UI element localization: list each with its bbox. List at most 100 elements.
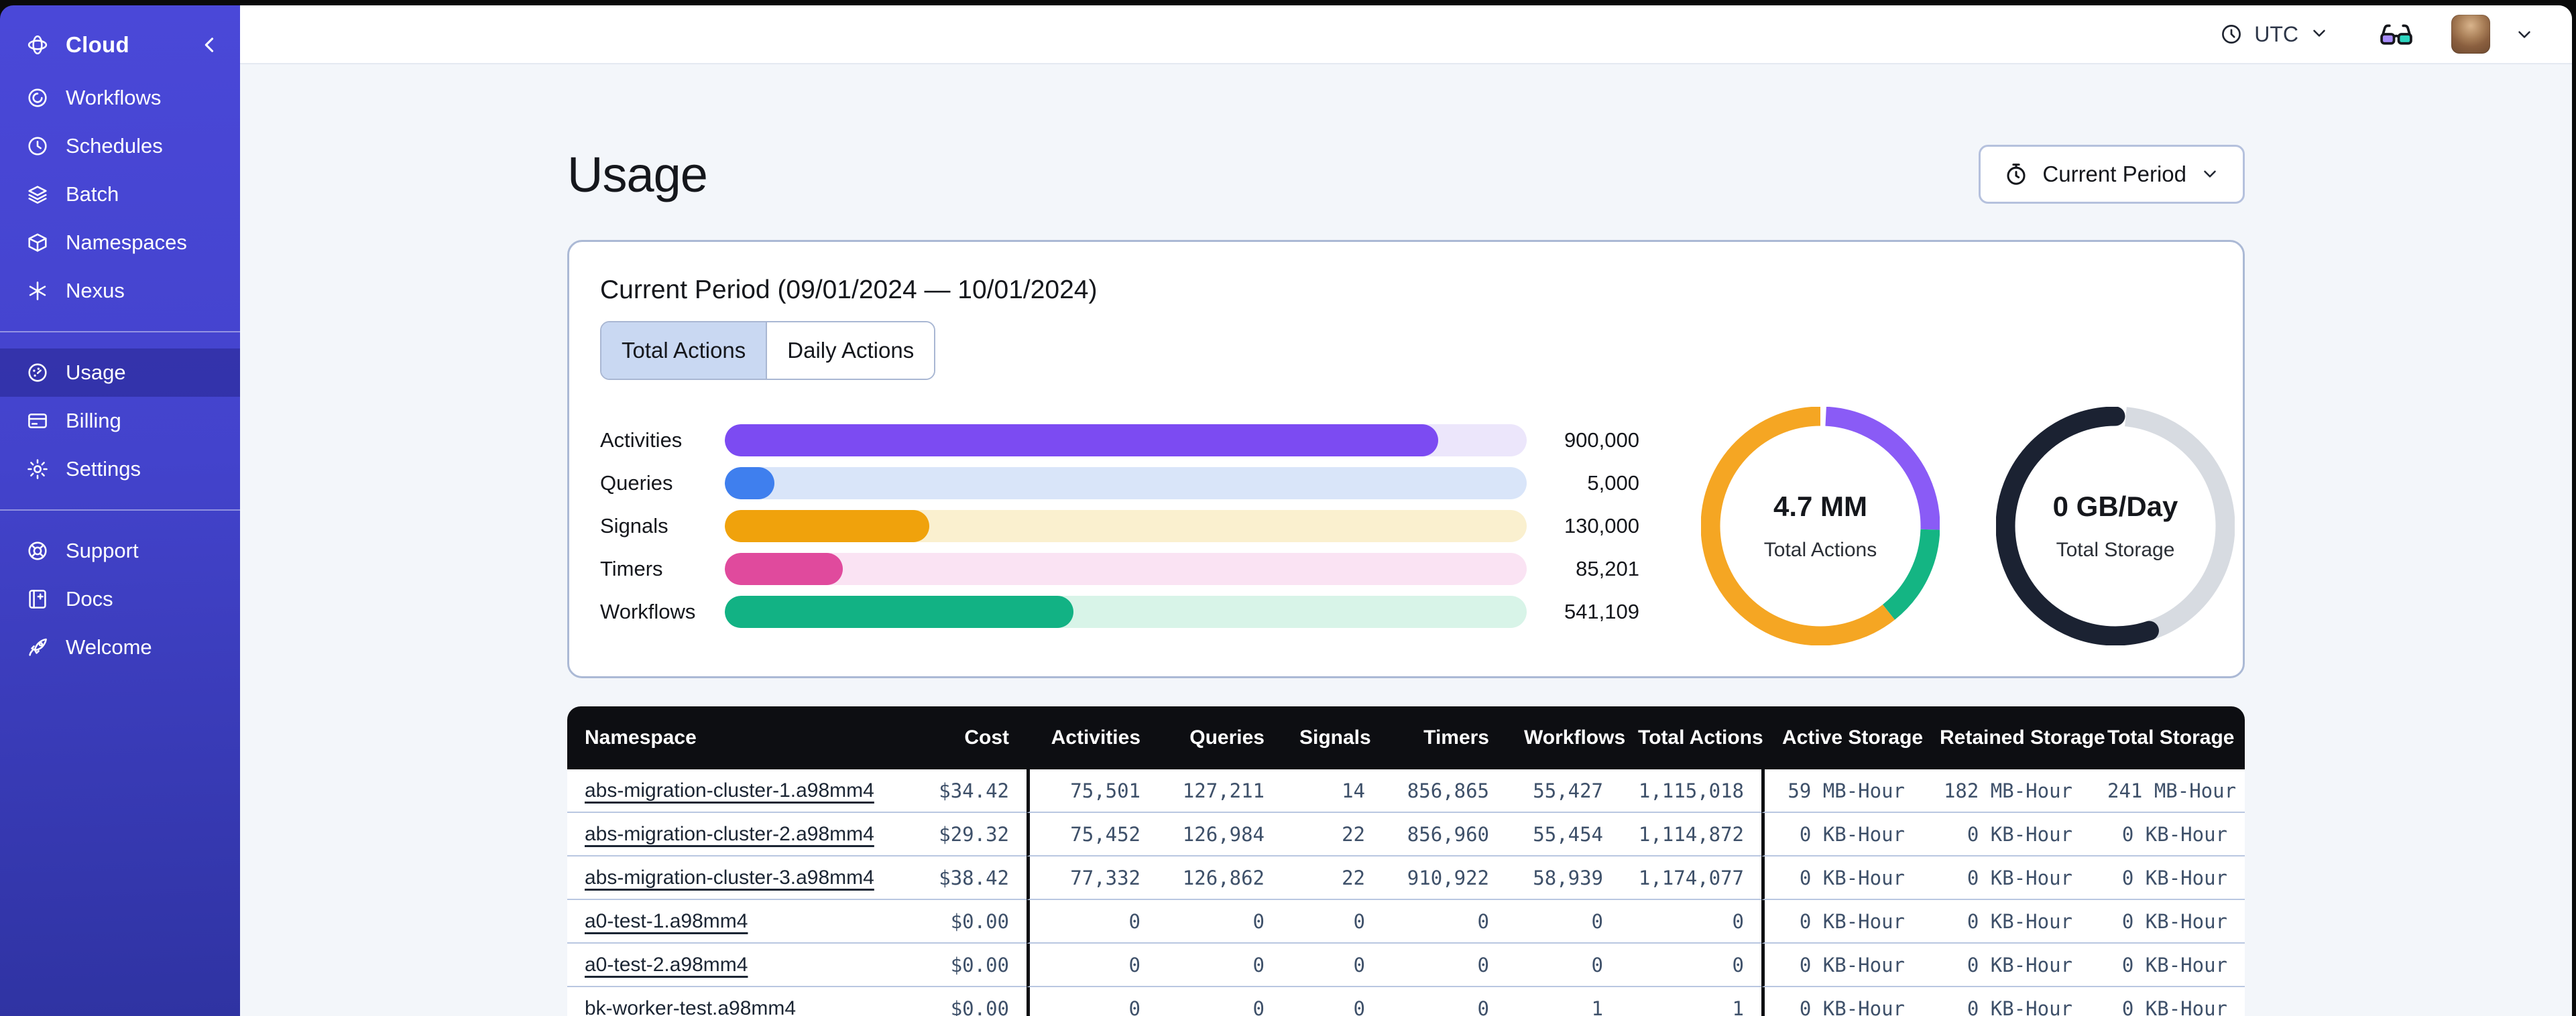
content-scroll-area[interactable]: Usage Current Period Current Period (09/…	[240, 64, 2572, 1016]
brand-label: Cloud	[66, 32, 129, 57]
namespace-cell: abs-migration-cluster-1.a98mm4	[567, 769, 874, 813]
value-cell: 0 KB-Hour	[1922, 856, 2090, 900]
namespace-link[interactable]: bk-worker-test.a98mm4	[585, 997, 796, 1016]
value-cell: 0 KB-Hour	[1761, 856, 1922, 900]
sidebar-item-label: Docs	[66, 587, 113, 611]
value-cell: 1,114,872	[1621, 813, 1761, 856]
table-row: abs-migration-cluster-3.a98mm4 $38.42 77,3…	[567, 856, 2245, 900]
sidebar-item-label: Nexus	[66, 279, 125, 302]
bar-track	[725, 553, 1527, 585]
value-cell: 1	[1507, 987, 1621, 1016]
value-cell: 0	[1282, 900, 1383, 944]
value-cell: 0	[1158, 944, 1282, 987]
value-cell: 0 KB-Hour	[1761, 987, 1922, 1016]
bar-row-activities: Activities 900,000	[600, 424, 1639, 456]
period-selector-button[interactable]: Current Period	[1979, 145, 2245, 204]
bar-label: Activities	[600, 428, 683, 452]
sidebar-divider	[0, 509, 240, 511]
docs-icon	[25, 587, 50, 611]
column-header-total-actions: Total Actions	[1621, 706, 1763, 769]
namespace-link[interactable]: abs-migration-cluster-3.a98mm4	[585, 867, 874, 889]
sidebar-item-label: Billing	[66, 409, 121, 432]
value-cell: 0	[1621, 944, 1761, 987]
batch-icon	[25, 182, 50, 206]
total-actions-donut: 4.7 MM Total Actions	[1701, 407, 1940, 645]
actions-bar-chart: Activities 900,000 Queries 5,000 Signals 130,…	[600, 424, 1639, 628]
sidebar-item-namespaces[interactable]: Namespaces	[0, 218, 240, 267]
usage-charts: Activities 900,000 Queries 5,000 Signals 130,…	[600, 407, 2235, 645]
column-header-signals: Signals	[1282, 706, 1383, 769]
namespace-link[interactable]: a0-test-2.a98mm4	[585, 954, 748, 976]
sidebar-item-batch[interactable]: Batch	[0, 170, 240, 218]
chevron-down-icon	[2309, 23, 2329, 46]
page-title: Usage	[567, 146, 708, 202]
table-row: abs-migration-cluster-2.a98mm4 $29.32 75,4…	[567, 813, 2245, 856]
namespace-cell: abs-migration-cluster-2.a98mm4	[567, 813, 874, 856]
namespace-link[interactable]: a0-test-1.a98mm4	[585, 910, 748, 932]
value-cell: 127,211	[1158, 769, 1282, 813]
sidebar-item-usage[interactable]: Usage	[0, 348, 240, 397]
bar-row-workflows: Workflows 541,109	[600, 596, 1639, 628]
period-selector-label: Current Period	[2042, 162, 2186, 186]
bar-track	[725, 424, 1527, 456]
value-cell: 0 KB-Hour	[1922, 900, 2090, 944]
value-cell: 0 KB-Hour	[2090, 813, 2245, 856]
tab-daily-actions[interactable]: Daily Actions	[767, 322, 935, 379]
sidebar-item-support[interactable]: Support	[0, 527, 240, 575]
sidebar-item-workflows[interactable]: Workflows	[0, 74, 240, 122]
total-actions-label: Total Actions	[1763, 539, 1877, 561]
value-cell: 58,939	[1507, 856, 1621, 900]
value-cell: $38.42	[869, 856, 1027, 900]
sidebar-item-billing[interactable]: Billing	[0, 397, 240, 445]
value-cell: 59 MB-Hour	[1761, 769, 1922, 813]
value-cell: 241 MB-Hour	[2090, 769, 2245, 813]
namespace-link[interactable]: abs-migration-cluster-2.a98mm4	[585, 823, 874, 845]
value-cell: 0 KB-Hour	[1922, 987, 2090, 1016]
bar-value: 541,109	[1564, 600, 1639, 623]
nexus-icon	[25, 279, 50, 303]
value-cell: 0	[1507, 944, 1621, 987]
bar-track	[725, 510, 1527, 542]
sidebar-item-schedules[interactable]: Schedules	[0, 122, 240, 170]
value-cell: 0 KB-Hour	[1922, 944, 2090, 987]
value-cell: 0	[1507, 900, 1621, 944]
table-row: a0-test-1.a98mm4 $0.00 0 0 0 0 0 0 0 KB-Hour 0 KB…	[567, 900, 2245, 944]
value-cell: 75,501	[1027, 769, 1158, 813]
tab-total-actions[interactable]: Total Actions	[601, 322, 768, 379]
value-cell: 0	[1383, 900, 1507, 944]
namespace-link[interactable]: abs-migration-cluster-1.a98mm4	[585, 779, 874, 802]
sidebar-item-welcome[interactable]: Welcome	[0, 623, 240, 672]
sidebar-item-label: Usage	[66, 361, 126, 384]
value-cell: 55,427	[1507, 769, 1621, 813]
labs-glasses-icon[interactable]	[2378, 15, 2415, 53]
user-avatar[interactable]	[2451, 15, 2490, 54]
value-cell: $0.00	[869, 900, 1027, 944]
value-cell: 1,115,018	[1621, 769, 1761, 813]
timezone-picker[interactable]: UTC	[2219, 22, 2329, 47]
value-cell: $29.32	[869, 813, 1027, 856]
namespace-cell: abs-migration-cluster-3.a98mm4	[567, 856, 874, 900]
sidebar-item-nexus[interactable]: Nexus	[0, 267, 240, 315]
sidebar-collapse-button[interactable]	[198, 34, 221, 56]
sidebar-item-label: Settings	[66, 457, 141, 481]
topbar: UTC	[240, 5, 2572, 64]
column-header-total-storage: Total Storage	[2090, 706, 2245, 769]
total-storage-value: 0 GB/Day	[2052, 491, 2178, 522]
sidebar-item-docs[interactable]: Docs	[0, 575, 240, 623]
value-cell: 14	[1282, 769, 1383, 813]
chevron-down-icon	[2200, 164, 2220, 186]
column-header-queries: Queries	[1158, 706, 1282, 769]
value-cell: 0	[1383, 944, 1507, 987]
value-cell: 0 KB-Hour	[1761, 813, 1922, 856]
bar-label: Workflows	[600, 600, 696, 623]
value-cell: 0	[1027, 944, 1158, 987]
user-menu-chevron-icon[interactable]	[2514, 24, 2534, 44]
column-header-activities: Activities	[1027, 706, 1158, 769]
sidebar-item-label: Welcome	[66, 635, 152, 659]
column-header-retained-storage: Retained Storage	[1922, 706, 2105, 769]
sidebar-item-settings[interactable]: Settings	[0, 445, 240, 493]
bar-row-queries: Queries 5,000	[600, 467, 1639, 499]
value-cell: 0	[1282, 944, 1383, 987]
table-row: bk-worker-test.a98mm4 $0.00 0 0 0 0 1 1 0 KB-Hou…	[567, 987, 2245, 1016]
bar-label: Timers	[600, 557, 663, 580]
